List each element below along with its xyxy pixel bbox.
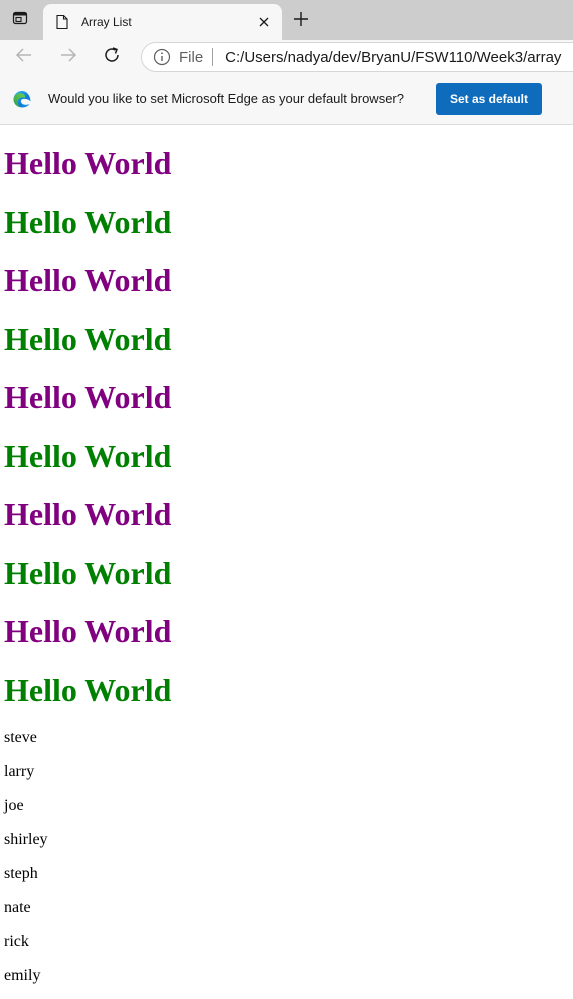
- close-icon[interactable]: [252, 10, 276, 34]
- hello-heading: Hello World: [4, 554, 172, 591]
- tab-title: Array List: [81, 15, 132, 29]
- tab-strip: Array List: [0, 0, 573, 40]
- default-browser-infobar: Would you like to set Microsoft Edge as …: [0, 74, 573, 125]
- page-content: Hello World Hello World Hello World Hell…: [0, 125, 573, 999]
- hello-heading: Hello World: [4, 671, 172, 708]
- hello-heading: Hello World: [4, 379, 172, 415]
- info-icon[interactable]: [153, 48, 171, 66]
- infobar-message: Would you like to set Microsoft Edge as …: [48, 91, 404, 106]
- hello-heading: Hello World: [4, 496, 172, 532]
- hello-heading: Hello World: [4, 320, 172, 357]
- name-item: joe: [4, 797, 24, 814]
- plus-icon: [293, 11, 309, 32]
- back-button[interactable]: [10, 43, 38, 71]
- hello-heading: Hello World: [4, 203, 172, 240]
- hello-heading: Hello World: [4, 262, 172, 298]
- address-bar[interactable]: File C:/Users/nadya/dev/BryanU/FSW110/We…: [141, 42, 573, 72]
- page-icon: [55, 14, 71, 30]
- hello-heading: Hello World: [4, 613, 172, 649]
- name-item: larry: [4, 763, 35, 780]
- name-item: steve: [4, 729, 37, 746]
- set-as-default-button[interactable]: Set as default: [436, 83, 542, 115]
- back-arrow-icon: [15, 47, 33, 68]
- url-text[interactable]: C:/Users/nadya/dev/BryanU/FSW110/Week3/a…: [225, 49, 561, 66]
- name-item: shirley: [4, 831, 48, 848]
- forward-arrow-icon: [59, 47, 77, 68]
- hello-heading: Hello World: [4, 437, 172, 474]
- name-item: emily: [4, 967, 41, 984]
- forward-button[interactable]: [54, 43, 82, 71]
- new-tab-button[interactable]: [288, 8, 314, 34]
- name-item: nate: [4, 899, 31, 916]
- tab-actions-button[interactable]: [6, 7, 34, 33]
- name-item: steph: [4, 865, 38, 882]
- name-list: steve larry joe shirley steph nate rick …: [4, 728, 48, 999]
- heading-list: Hello World Hello World Hello World Hell…: [4, 145, 171, 730]
- edge-logo-icon: [12, 89, 32, 109]
- name-item: rick: [4, 933, 29, 950]
- refresh-icon: [103, 46, 121, 69]
- scheme-label: File: [179, 48, 204, 66]
- browser-toolbar: File C:/Users/nadya/dev/BryanU/FSW110/We…: [0, 40, 573, 74]
- tab-actions-icon: [12, 10, 28, 31]
- tab-array-list[interactable]: Array List: [43, 4, 282, 40]
- refresh-button[interactable]: [98, 43, 126, 71]
- address-divider: [212, 48, 214, 66]
- hello-heading: Hello World: [4, 145, 172, 181]
